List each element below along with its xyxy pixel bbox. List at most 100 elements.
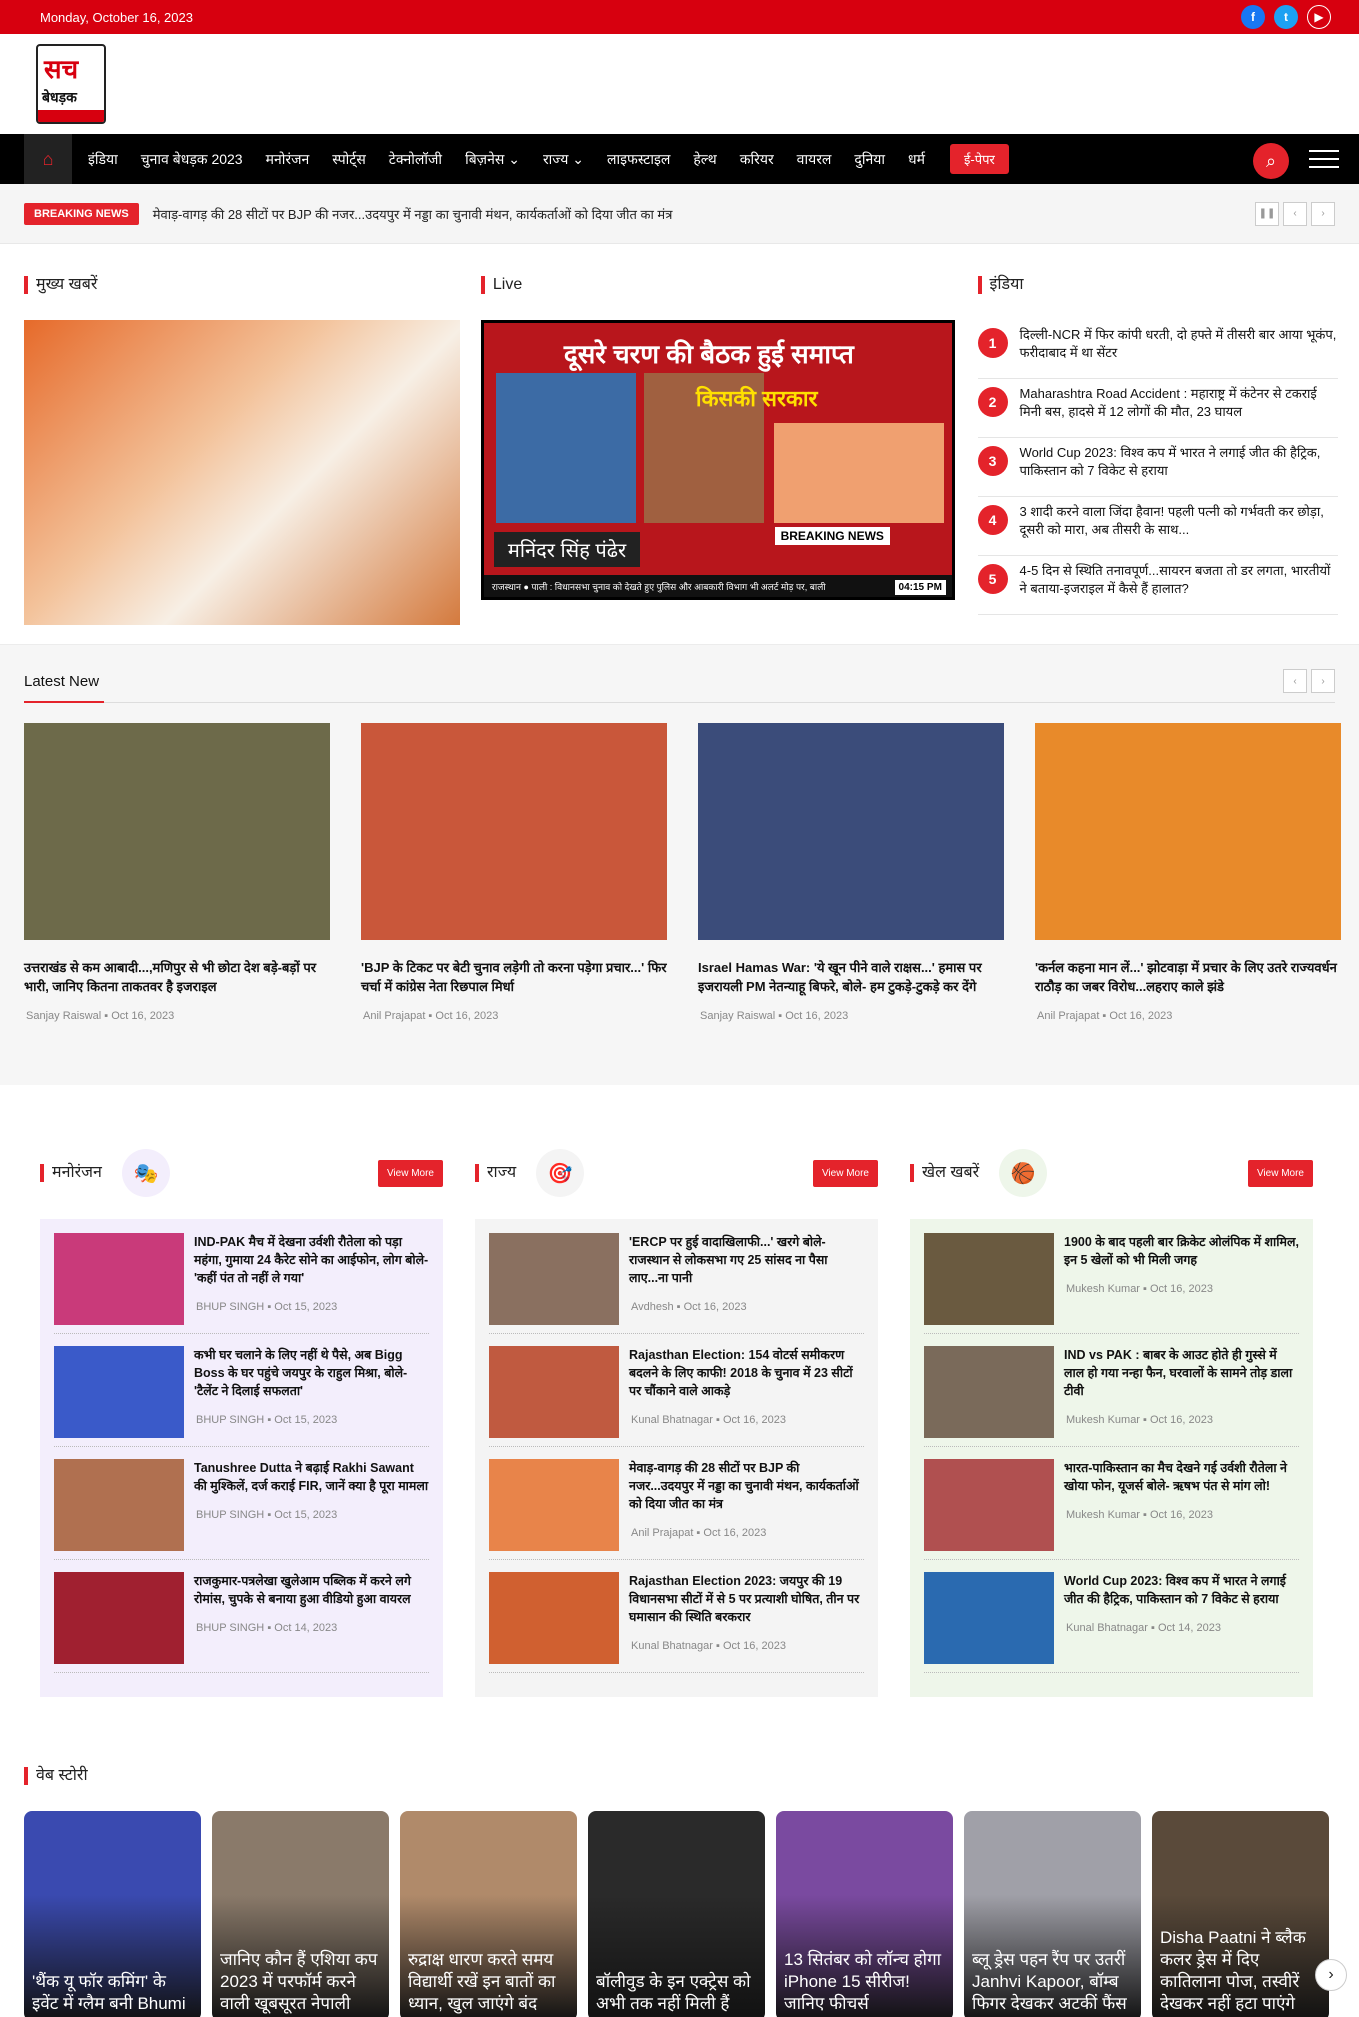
india-news-title[interactable]: World Cup 2023: विश्व कप में भारत ने लगा… bbox=[1020, 444, 1338, 480]
india-news-item[interactable]: 4 3 शादी करने वाला जिंदा हैवान! पहली पत्न… bbox=[977, 497, 1338, 556]
item-title[interactable]: राजकुमार-पत्रलेखा खुलेआम पब्लिक में करने… bbox=[194, 1572, 429, 1608]
category-item[interactable]: कभी घर चलाने के लिए नहीं थे पैसे, अब Big… bbox=[54, 1346, 429, 1447]
nav-item[interactable]: मनोरंजन bbox=[266, 150, 310, 169]
nav-item[interactable]: वायरल bbox=[797, 150, 832, 169]
latest-card-title[interactable]: 'BJP के टिकट पर बेटी चुनाव लड़ेगी तो करन… bbox=[361, 958, 667, 996]
item-thumbnail[interactable] bbox=[54, 1233, 184, 1325]
item-thumbnail[interactable] bbox=[489, 1233, 619, 1325]
latest-card-image[interactable] bbox=[698, 723, 1004, 940]
item-thumbnail[interactable] bbox=[54, 1459, 184, 1551]
site-logo[interactable]: सच बेधड़क bbox=[36, 44, 106, 124]
epaper-button[interactable]: ई-पेपर bbox=[949, 144, 1009, 174]
india-news-item[interactable]: 3 World Cup 2023: विश्व कप में भारत ने लग… bbox=[977, 438, 1338, 497]
latest-card-image[interactable] bbox=[1035, 723, 1341, 940]
next-icon[interactable]: › bbox=[1311, 201, 1335, 226]
category-item[interactable]: भारत-पाकिस्तान का मैच देखने गई उर्वशी रौ… bbox=[924, 1459, 1299, 1560]
india-news-title[interactable]: दिल्ली-NCR में फिर कांपी धरती, दो हफ्ते … bbox=[1020, 326, 1338, 362]
nav-item[interactable]: बिज़नेस ⌄ bbox=[465, 150, 520, 169]
india-news-item[interactable]: 1 दिल्ली-NCR में फिर कांपी धरती, दो हफ्ते… bbox=[977, 320, 1338, 379]
author-name[interactable]: Anil Prajapat bbox=[631, 1527, 693, 1539]
item-title[interactable]: 'ERCP पर हुई वादाखिलाफी...' खरगे बोले-रा… bbox=[629, 1233, 864, 1287]
category-item[interactable]: Tanushree Dutta ने बढ़ाई Rakhi Sawant की… bbox=[54, 1459, 429, 1560]
item-thumbnail[interactable] bbox=[54, 1346, 184, 1438]
latest-card-title[interactable]: 'कर्नल कहना मान लें...' झोटवाड़ा में प्र… bbox=[1035, 958, 1341, 996]
author-name[interactable]: Anil Prajapat bbox=[363, 1010, 425, 1022]
breaking-headline[interactable]: मेवाड़-वागड़ की 28 सीटों पर BJP की नजर..… bbox=[153, 205, 673, 223]
home-icon[interactable]: ⌂ bbox=[24, 134, 72, 184]
latest-card[interactable]: उत्तराखंड से कम आबादी...,मणिपुर से भी छो… bbox=[24, 723, 330, 1022]
category-item[interactable]: 'ERCP पर हुई वादाखिलाफी...' खरगे बोले-रा… bbox=[489, 1233, 864, 1334]
category-item[interactable]: IND-PAK मैच में देखना उर्वशी रौतेला को प… bbox=[54, 1233, 429, 1334]
author-name[interactable]: Sanjay Raiswal bbox=[26, 1010, 101, 1022]
author-name[interactable]: BHUP SINGH bbox=[196, 1622, 264, 1634]
item-title[interactable]: IND-PAK मैच में देखना उर्वशी रौतेला को प… bbox=[194, 1233, 429, 1287]
latest-card-image[interactable] bbox=[24, 723, 330, 940]
item-thumbnail[interactable] bbox=[489, 1346, 619, 1438]
item-thumbnail[interactable] bbox=[924, 1459, 1054, 1551]
facebook-icon[interactable]: f bbox=[1241, 5, 1265, 29]
category-item[interactable]: राजकुमार-पत्रलेखा खुलेआम पब्लिक में करने… bbox=[54, 1572, 429, 1673]
item-title[interactable]: Rajasthan Election 2023: जयपुर की 19 विध… bbox=[629, 1572, 864, 1626]
item-thumbnail[interactable] bbox=[489, 1572, 619, 1664]
youtube-icon[interactable]: ▶ bbox=[1307, 5, 1331, 29]
category-item[interactable]: World Cup 2023: विश्व कप में भारत ने लगा… bbox=[924, 1572, 1299, 1673]
view-more-button[interactable]: View More bbox=[377, 1159, 443, 1187]
item-thumbnail[interactable] bbox=[924, 1572, 1054, 1664]
latest-prev-icon[interactable]: ‹ bbox=[1283, 669, 1307, 693]
author-name[interactable]: Kunal Bhatnagar bbox=[631, 1640, 713, 1652]
menu-icon[interactable] bbox=[1309, 150, 1339, 174]
latest-card-image[interactable] bbox=[361, 723, 667, 940]
latest-card[interactable]: Israel Hamas War: 'ये खून पीने वाले राक्… bbox=[698, 723, 1004, 1022]
nav-item[interactable]: स्पोर्ट्स bbox=[332, 150, 366, 169]
view-more-button[interactable]: View More bbox=[1247, 1159, 1313, 1187]
prev-icon[interactable]: ‹ bbox=[1283, 201, 1307, 226]
web-story[interactable]: Disha Paatni ने ब्लैक कलर ड्रेस में दिए … bbox=[1152, 1811, 1329, 2017]
item-title[interactable]: 1900 के बाद पहली बार क्रिकेट ओलंपिक में … bbox=[1064, 1233, 1299, 1269]
item-title[interactable]: कभी घर चलाने के लिए नहीं थे पैसे, अब Big… bbox=[194, 1346, 429, 1400]
web-story[interactable]: 13 सितंबर को लॉन्च होगा iPhone 15 सीरीज!… bbox=[776, 1811, 953, 2017]
web-story[interactable]: ब्लू ड्रेस पहन रैंप पर उतरीं Janhvi Kapo… bbox=[964, 1811, 1141, 2017]
pause-icon[interactable]: ❚❚ bbox=[1255, 201, 1279, 226]
web-story[interactable]: रुद्राक्ष धारण करते समय विद्यार्थी रखें … bbox=[400, 1811, 577, 2017]
view-more-button[interactable]: View More bbox=[812, 1159, 878, 1187]
category-item[interactable]: IND vs PAK : बाबर के आउट होते ही गुस्से … bbox=[924, 1346, 1299, 1447]
nav-item[interactable]: हेल्थ bbox=[693, 150, 716, 169]
web-story[interactable]: 'थैंक यू फॉर कमिंग' के इवेंट में ग्लैम ब… bbox=[24, 1811, 201, 2017]
item-title[interactable]: IND vs PAK : बाबर के आउट होते ही गुस्से … bbox=[1064, 1346, 1299, 1400]
author-name[interactable]: Avdhesh bbox=[631, 1301, 674, 1313]
nav-item[interactable]: लाइफस्टाइल bbox=[607, 150, 670, 169]
author-name[interactable]: Mukesh Kumar bbox=[1066, 1283, 1140, 1295]
india-news-item[interactable]: 5 4-5 दिन से स्थिति तनावपूर्ण...सायरन बजत… bbox=[977, 556, 1338, 615]
author-name[interactable]: BHUP SINGH bbox=[196, 1414, 264, 1426]
latest-card[interactable]: 'कर्नल कहना मान लें...' झोटवाड़ा में प्र… bbox=[1035, 723, 1341, 1022]
main-news-image[interactable] bbox=[24, 320, 460, 625]
india-news-title[interactable]: 4-5 दिन से स्थिति तनावपूर्ण...सायरन बजता… bbox=[1020, 562, 1338, 598]
india-news-title[interactable]: 3 शादी करने वाला जिंदा हैवान! पहली पत्नी… bbox=[1020, 503, 1338, 539]
item-title[interactable]: मेवाड़-वागड़ की 28 सीटों पर BJP की नजर..… bbox=[629, 1459, 864, 1513]
category-item[interactable]: Rajasthan Election: 154 वोटर्स समीकरण बद… bbox=[489, 1346, 864, 1447]
nav-item[interactable]: चुनाव बेधड़क 2023 bbox=[141, 150, 243, 169]
latest-next-icon[interactable]: › bbox=[1311, 669, 1335, 693]
latest-card-title[interactable]: Israel Hamas War: 'ये खून पीने वाले राक्… bbox=[698, 958, 1004, 996]
item-title[interactable]: Tanushree Dutta ने बढ़ाई Rakhi Sawant की… bbox=[194, 1459, 429, 1495]
nav-item[interactable]: दुनिया bbox=[854, 150, 885, 169]
india-news-item[interactable]: 2 Maharashtra Road Accident : महाराष्ट्र … bbox=[977, 379, 1338, 438]
item-title[interactable]: भारत-पाकिस्तान का मैच देखने गई उर्वशी रौ… bbox=[1064, 1459, 1299, 1495]
web-story[interactable]: बॉलीवुड के इन एक्ट्रेस को अभी तक नहीं मि… bbox=[588, 1811, 765, 2017]
nav-item[interactable]: करियर bbox=[740, 150, 774, 169]
author-name[interactable]: Kunal Bhatnagar bbox=[1066, 1622, 1148, 1634]
item-title[interactable]: Rajasthan Election: 154 वोटर्स समीकरण बद… bbox=[629, 1346, 864, 1400]
item-thumbnail[interactable] bbox=[924, 1233, 1054, 1325]
item-title[interactable]: World Cup 2023: विश्व कप में भारत ने लगा… bbox=[1064, 1572, 1299, 1608]
nav-item[interactable]: धर्म bbox=[908, 150, 925, 169]
author-name[interactable]: Sanjay Raiswal bbox=[700, 1010, 775, 1022]
item-thumbnail[interactable] bbox=[54, 1572, 184, 1664]
category-item[interactable]: Rajasthan Election 2023: जयपुर की 19 विध… bbox=[489, 1572, 864, 1673]
twitter-icon[interactable]: t bbox=[1274, 5, 1298, 29]
latest-card[interactable]: 'BJP के टिकट पर बेटी चुनाव लड़ेगी तो करन… bbox=[361, 723, 667, 1022]
search-icon[interactable]: ⌕ bbox=[1253, 143, 1289, 179]
web-story[interactable]: जानिए कौन हैं एशिया कप 2023 में परफॉर्म … bbox=[212, 1811, 389, 2017]
category-item[interactable]: 1900 के बाद पहली बार क्रिकेट ओलंपिक में … bbox=[924, 1233, 1299, 1334]
author-name[interactable]: Mukesh Kumar bbox=[1066, 1509, 1140, 1521]
india-news-title[interactable]: Maharashtra Road Accident : महाराष्ट्र म… bbox=[1020, 385, 1338, 421]
